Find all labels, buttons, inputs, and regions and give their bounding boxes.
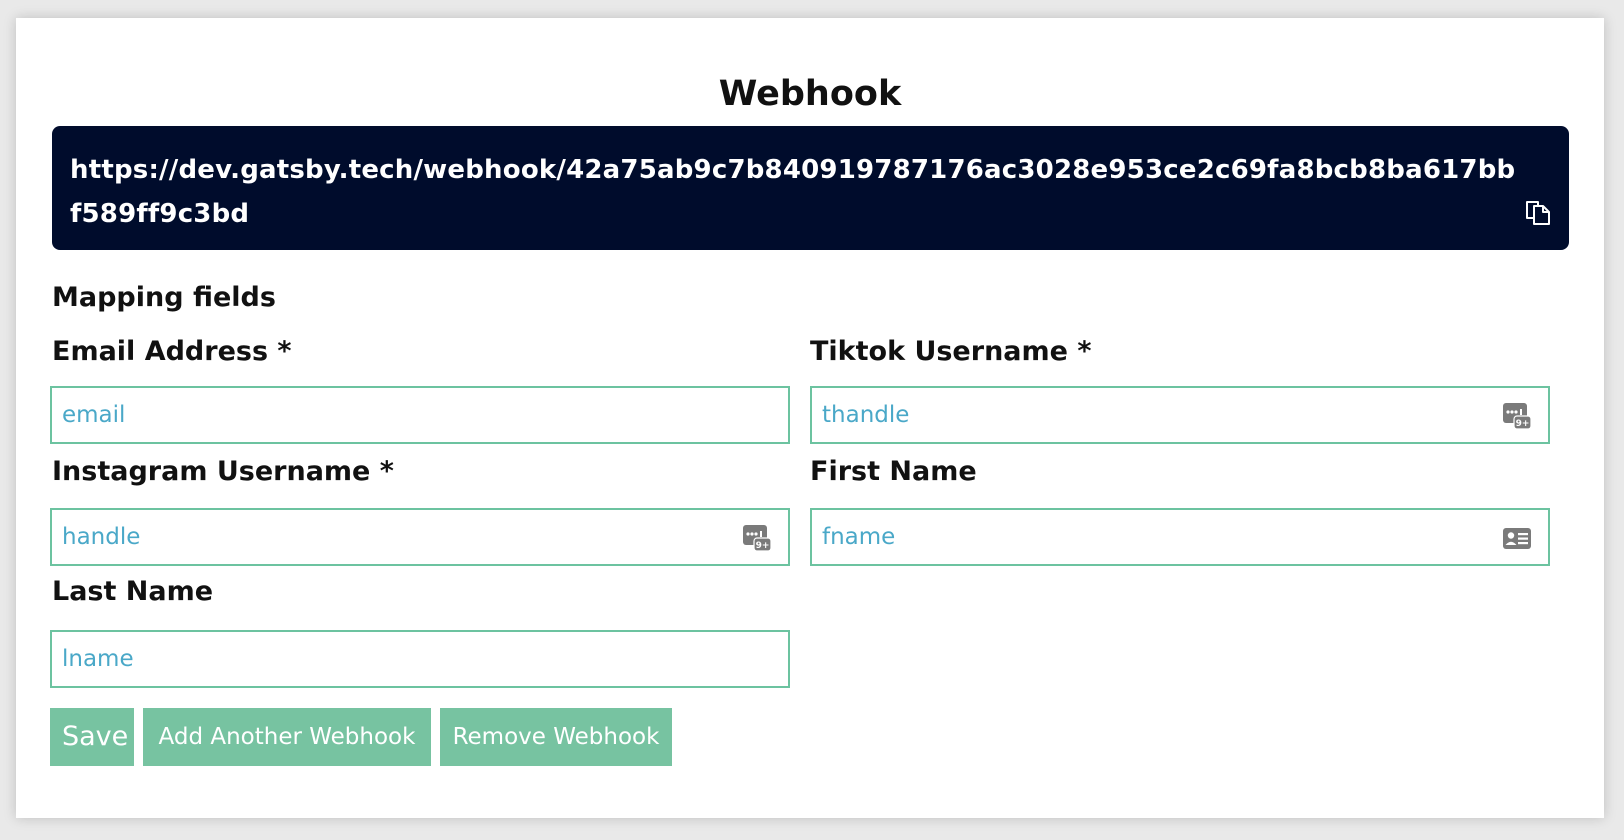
- tiktok-username-label: Tiktok Username *: [810, 336, 1092, 367]
- webhook-url[interactable]: https://dev.gatsby.tech/webhook/42a75ab9…: [70, 148, 1517, 236]
- add-another-webhook-button[interactable]: Add Another Webhook: [143, 708, 431, 766]
- last-name-label: Last Name: [52, 576, 214, 607]
- page-title: Webhook: [718, 74, 902, 114]
- save-button[interactable]: Save: [50, 708, 134, 766]
- last-name-field-wrapper: [50, 630, 790, 688]
- email-input[interactable]: [52, 388, 722, 442]
- svg-text:9+: 9+: [756, 541, 770, 551]
- first-name-field-wrapper: [810, 508, 1550, 566]
- copy-icon[interactable]: [1523, 196, 1553, 226]
- instagram-username-label: Instagram Username *: [52, 456, 394, 487]
- webhook-url-box: https://dev.gatsby.tech/webhook/42a75ab9…: [52, 126, 1569, 250]
- contact-card-icon[interactable]: [1502, 523, 1532, 553]
- last-name-input[interactable]: [52, 632, 722, 686]
- webhook-card: Webhook https://dev.gatsby.tech/webhook/…: [16, 18, 1604, 818]
- tiktok-username-input[interactable]: [812, 388, 1482, 442]
- instagram-field-wrapper: 9+: [50, 508, 790, 566]
- email-field-wrapper: [50, 386, 790, 444]
- first-name-label: First Name: [810, 456, 977, 487]
- email-label: Email Address *: [52, 336, 292, 367]
- tiktok-field-wrapper: 9+: [810, 386, 1550, 444]
- mapping-fields-heading: Mapping fields: [52, 282, 276, 313]
- instagram-username-input[interactable]: [52, 510, 722, 564]
- password-manager-icon[interactable]: 9+: [1502, 401, 1532, 431]
- first-name-input[interactable]: [812, 510, 1482, 564]
- svg-text:9+: 9+: [1516, 419, 1530, 429]
- remove-webhook-button[interactable]: Remove Webhook: [440, 708, 672, 766]
- password-manager-icon[interactable]: 9+: [742, 523, 772, 553]
